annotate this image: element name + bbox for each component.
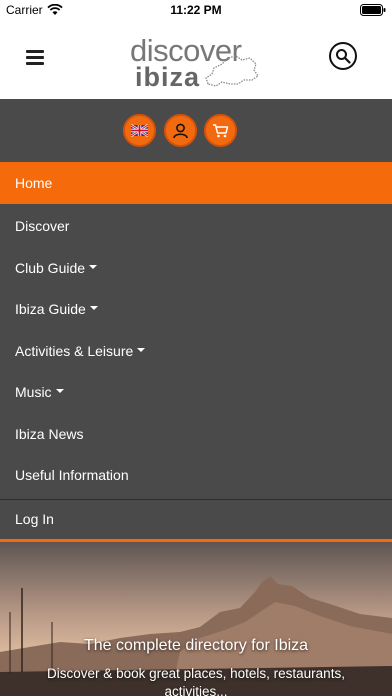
uk-flag-icon xyxy=(131,123,148,138)
quick-icons-row xyxy=(0,99,392,162)
menu-item-activities-leisure[interactable]: Activities & Leisure xyxy=(0,330,392,372)
menu-item-club-guide[interactable]: Club Guide xyxy=(0,247,392,289)
hero-subtitle: Discover & book great places, hotels, re… xyxy=(47,666,345,696)
language-button[interactable] xyxy=(123,114,156,147)
status-right xyxy=(360,4,386,16)
hero-banner: The complete directory for Ibiza Discove… xyxy=(0,542,392,696)
menu-item-ibiza-guide[interactable]: Ibiza Guide xyxy=(0,288,392,330)
user-icon xyxy=(173,123,188,139)
menu-item-ibiza-news[interactable]: Ibiza News xyxy=(0,413,392,455)
menu-item-home[interactable]: Home xyxy=(0,162,392,204)
menu-item-label: Log In xyxy=(15,511,54,527)
hamburger-menu-icon[interactable] xyxy=(26,50,44,65)
caret-down-icon xyxy=(137,348,146,353)
caret-down-icon xyxy=(55,389,64,394)
account-button[interactable] xyxy=(164,114,197,147)
menu-item-label: Activities & Leisure xyxy=(15,343,134,359)
menu-item-useful-information[interactable]: Useful Information xyxy=(0,454,392,496)
menu-item-label: Useful Information xyxy=(15,467,129,483)
navigation-menu: Home Discover Club Guide Ibiza Guide Act… xyxy=(0,99,392,542)
menu-item-label: Music xyxy=(15,384,52,400)
search-button[interactable] xyxy=(329,42,357,70)
logo-word-ibiza: ibiza xyxy=(135,62,201,92)
status-bar: Carrier 11:22 PM xyxy=(0,0,392,20)
caret-down-icon xyxy=(89,306,98,311)
menu-item-log-in[interactable]: Log In xyxy=(0,498,392,540)
caret-down-icon xyxy=(89,265,98,270)
cart-button[interactable] xyxy=(204,114,237,147)
menu-item-label: Ibiza News xyxy=(15,426,84,442)
search-icon xyxy=(336,49,351,64)
discover-ibiza-logo[interactable]: discover ibiza xyxy=(128,34,264,92)
shopping-cart-icon xyxy=(213,124,229,138)
ibiza-island-outline-icon xyxy=(205,55,259,87)
menu-item-music[interactable]: Music xyxy=(0,371,392,413)
menu-item-label: Ibiza Guide xyxy=(15,301,86,317)
battery-icon xyxy=(360,4,386,16)
menu-item-label: Discover xyxy=(15,218,70,234)
app-header: discover ibiza xyxy=(0,20,392,99)
menu-item-label: Club Guide xyxy=(15,260,86,276)
menu-item-label: Home xyxy=(15,175,53,191)
menu-item-discover[interactable]: Discover xyxy=(0,205,392,247)
hero-title: The complete directory for Ibiza xyxy=(83,637,309,654)
status-time: 11:22 PM xyxy=(170,3,222,17)
